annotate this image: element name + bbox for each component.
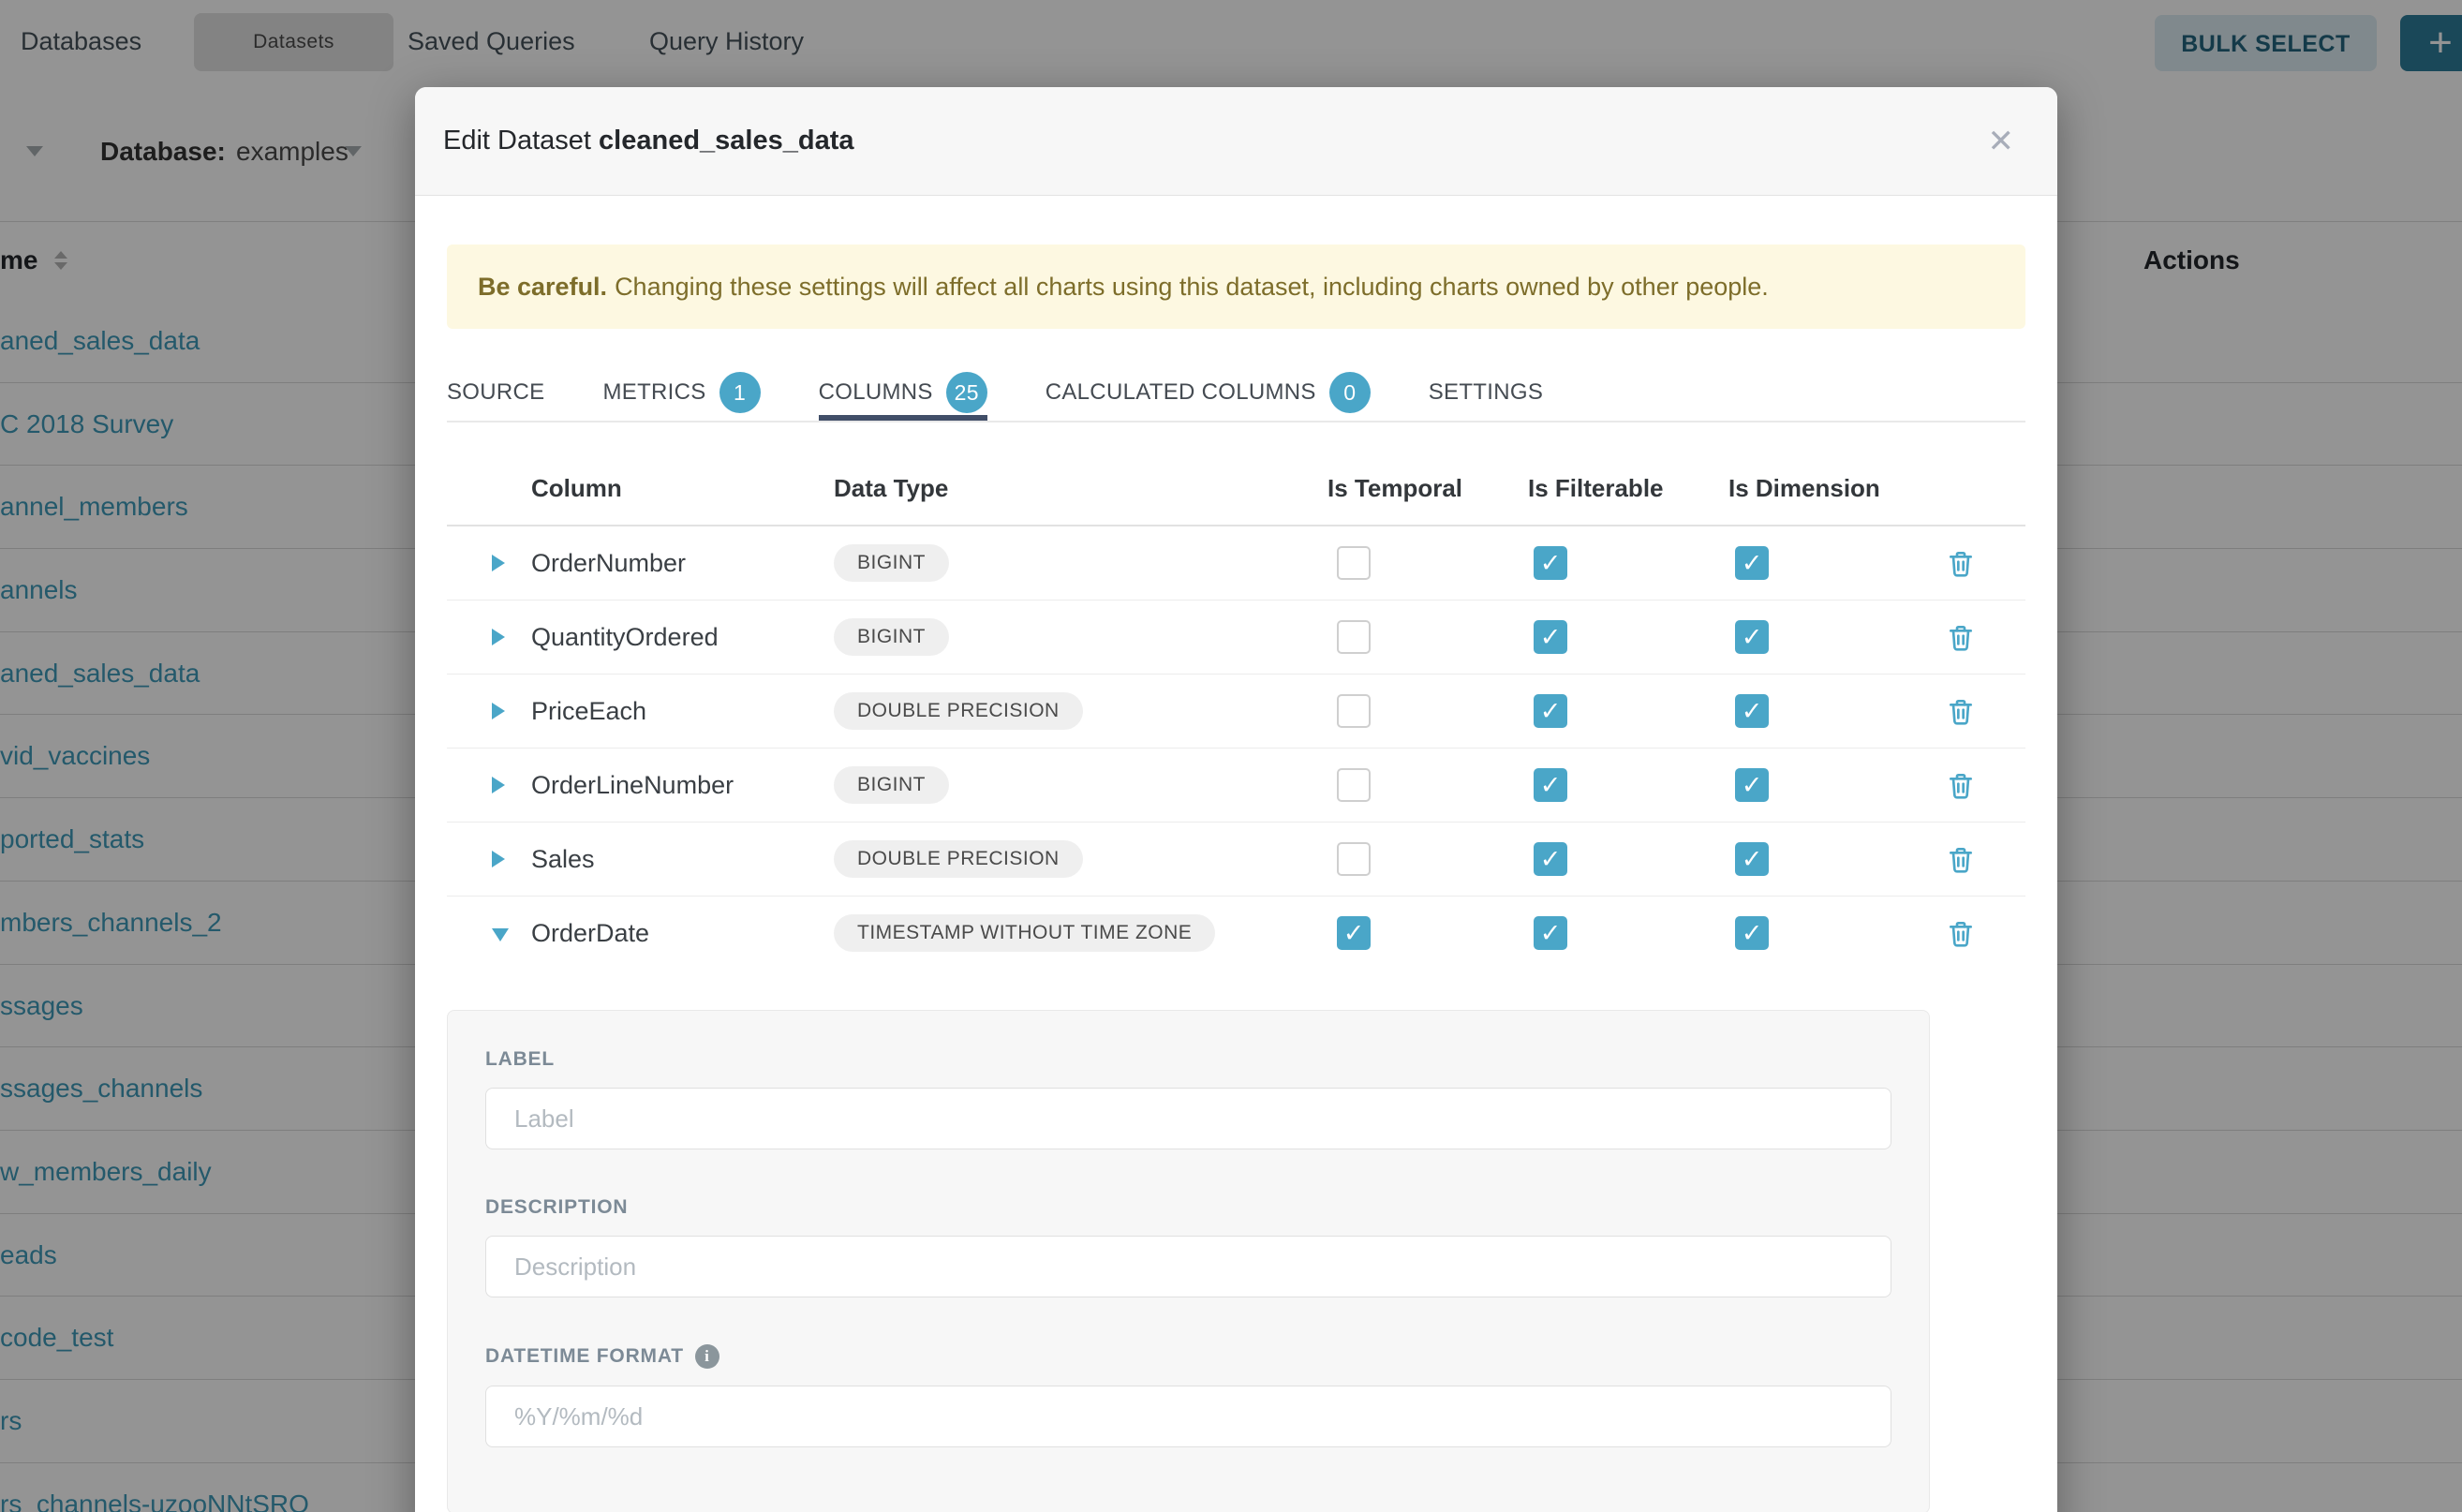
column-name: QuantityOrdered: [531, 600, 719, 674]
check-icon: ✓: [1742, 771, 1763, 799]
column-row: OrderNumber BIGINT ✓ ✓: [447, 526, 2025, 600]
trash-icon[interactable]: [1946, 844, 1976, 874]
checkbox-is-dimension[interactable]: ✓: [1735, 694, 1769, 728]
check-icon: ✓: [1540, 919, 1562, 947]
edit-dataset-modal: Edit Dataset cleaned_sales_data ✕ Be car…: [415, 87, 2057, 1512]
modal-body: Be careful. Changing these settings will …: [415, 245, 2057, 1512]
column-name: OrderLineNumber: [531, 749, 734, 822]
caret-right-icon[interactable]: [492, 703, 505, 719]
data-type-badge: DOUBLE PRECISION: [834, 692, 1083, 730]
trash-icon[interactable]: [1946, 918, 1976, 948]
checkbox-is-dimension[interactable]: ✓: [1735, 768, 1769, 802]
dataset-name: cleaned_sales_data: [599, 126, 853, 156]
checkbox-is-dimension[interactable]: ✓: [1735, 916, 1769, 950]
trash-icon[interactable]: [1946, 548, 1976, 578]
check-icon: ✓: [1742, 845, 1763, 873]
checkbox-is-dimension[interactable]: ✓: [1735, 842, 1769, 876]
header-is-dimension: Is Dimension: [1728, 452, 1880, 525]
column-name: OrderDate: [531, 897, 649, 970]
modal-title-prefix: Edit Dataset: [443, 126, 591, 156]
tab-source[interactable]: SOURCE: [447, 366, 544, 419]
columns-table-header: Column Data Type Is Temporal Is Filterab…: [447, 452, 2025, 526]
check-icon: ✓: [1742, 549, 1763, 577]
caret-right-icon[interactable]: [492, 629, 505, 645]
column-detail-panel: LABEL DESCRIPTION DATETIME FORMAT i: [447, 1010, 1930, 1512]
header-is-temporal: Is Temporal: [1327, 452, 1462, 525]
description-field-label: DESCRIPTION: [485, 1196, 1891, 1219]
column-row: OrderDate TIMESTAMP WITHOUT TIME ZONE ✓ ✓ ✓: [447, 897, 2025, 970]
warning-bold: Be careful.: [478, 273, 607, 301]
column-row: OrderLineNumber BIGINT ✓ ✓: [447, 749, 2025, 823]
label-input[interactable]: [485, 1088, 1891, 1149]
trash-icon[interactable]: [1946, 770, 1976, 800]
check-icon: ✓: [1343, 919, 1365, 947]
tab-count-badge: 0: [1329, 372, 1371, 413]
trash-icon[interactable]: [1946, 696, 1976, 726]
column-name: PriceEach: [531, 674, 646, 748]
caret-right-icon[interactable]: [492, 777, 505, 793]
description-input[interactable]: [485, 1236, 1891, 1297]
checkbox-is-dimension[interactable]: ✓: [1735, 620, 1769, 654]
modal-title: Edit Dataset cleaned_sales_data: [443, 87, 854, 195]
warning-text: Changing these settings will affect all …: [615, 273, 1769, 301]
checkbox-is-temporal[interactable]: [1337, 694, 1371, 728]
column-row: Sales DOUBLE PRECISION ✓ ✓: [447, 823, 2025, 897]
caret-right-icon[interactable]: [492, 851, 505, 867]
caret-right-icon[interactable]: [492, 555, 505, 571]
checkbox-is-temporal[interactable]: [1337, 768, 1371, 802]
tab-calculated-columns[interactable]: CALCULATED COLUMNS0: [1046, 366, 1371, 419]
check-icon: ✓: [1742, 697, 1763, 725]
checkbox-is-temporal[interactable]: [1337, 620, 1371, 654]
column-row: PriceEach DOUBLE PRECISION ✓ ✓: [447, 674, 2025, 749]
header-is-filterable: Is Filterable: [1528, 452, 1664, 525]
data-type-badge: TIMESTAMP WITHOUT TIME ZONE: [834, 914, 1215, 952]
check-icon: ✓: [1540, 623, 1562, 651]
tab-columns[interactable]: COLUMNS25: [819, 366, 987, 419]
data-type-badge: BIGINT: [834, 618, 949, 656]
info-icon[interactable]: i: [695, 1344, 719, 1369]
checkbox-is-temporal[interactable]: [1337, 546, 1371, 580]
check-icon: ✓: [1742, 919, 1763, 947]
tab-settings[interactable]: SETTINGS: [1429, 366, 1543, 419]
datetime-format-input[interactable]: [485, 1386, 1891, 1447]
checkbox-is-filterable[interactable]: ✓: [1534, 694, 1567, 728]
data-type-badge: BIGINT: [834, 544, 949, 582]
header-data-type: Data Type: [834, 452, 948, 525]
checkbox-is-temporal[interactable]: [1337, 842, 1371, 876]
data-type-badge: BIGINT: [834, 766, 949, 804]
tab-count-badge: 25: [946, 372, 987, 413]
warning-banner: Be careful. Changing these settings will …: [447, 245, 2025, 329]
header-column: Column: [531, 452, 622, 525]
caret-down-icon[interactable]: [492, 928, 509, 941]
tab-metrics[interactable]: METRICS1: [602, 366, 760, 419]
check-icon: ✓: [1540, 771, 1562, 799]
checkbox-is-filterable[interactable]: ✓: [1534, 842, 1567, 876]
columns-table: Column Data Type Is Temporal Is Filterab…: [447, 452, 2025, 970]
check-icon: ✓: [1540, 845, 1562, 873]
datetime-format-field-label: DATETIME FORMAT i: [485, 1344, 1891, 1369]
tab-count-badge: 1: [719, 372, 761, 413]
column-row: QuantityOrdered BIGINT ✓ ✓: [447, 600, 2025, 674]
checkbox-is-dimension[interactable]: ✓: [1735, 546, 1769, 580]
label-field-label: LABEL: [485, 1048, 1891, 1071]
checkbox-is-temporal[interactable]: ✓: [1337, 916, 1371, 950]
modal-tabs: SOURCE METRICS1 COLUMNS25 CALCULATED COLUMN…: [447, 366, 2025, 422]
check-icon: ✓: [1742, 623, 1763, 651]
check-icon: ✓: [1540, 697, 1562, 725]
check-icon: ✓: [1540, 549, 1562, 577]
close-icon[interactable]: ✕: [1982, 87, 2021, 195]
column-name: OrderNumber: [531, 526, 686, 600]
modal-header: Edit Dataset cleaned_sales_data ✕: [415, 87, 2057, 196]
checkbox-is-filterable[interactable]: ✓: [1534, 546, 1567, 580]
checkbox-is-filterable[interactable]: ✓: [1534, 768, 1567, 802]
screen: DatabasesDatasetsSaved QueriesQuery Hist…: [0, 0, 2462, 1512]
data-type-badge: DOUBLE PRECISION: [834, 840, 1083, 878]
checkbox-is-filterable[interactable]: ✓: [1534, 620, 1567, 654]
column-name: Sales: [531, 823, 595, 896]
checkbox-is-filterable[interactable]: ✓: [1534, 916, 1567, 950]
trash-icon[interactable]: [1946, 622, 1976, 652]
